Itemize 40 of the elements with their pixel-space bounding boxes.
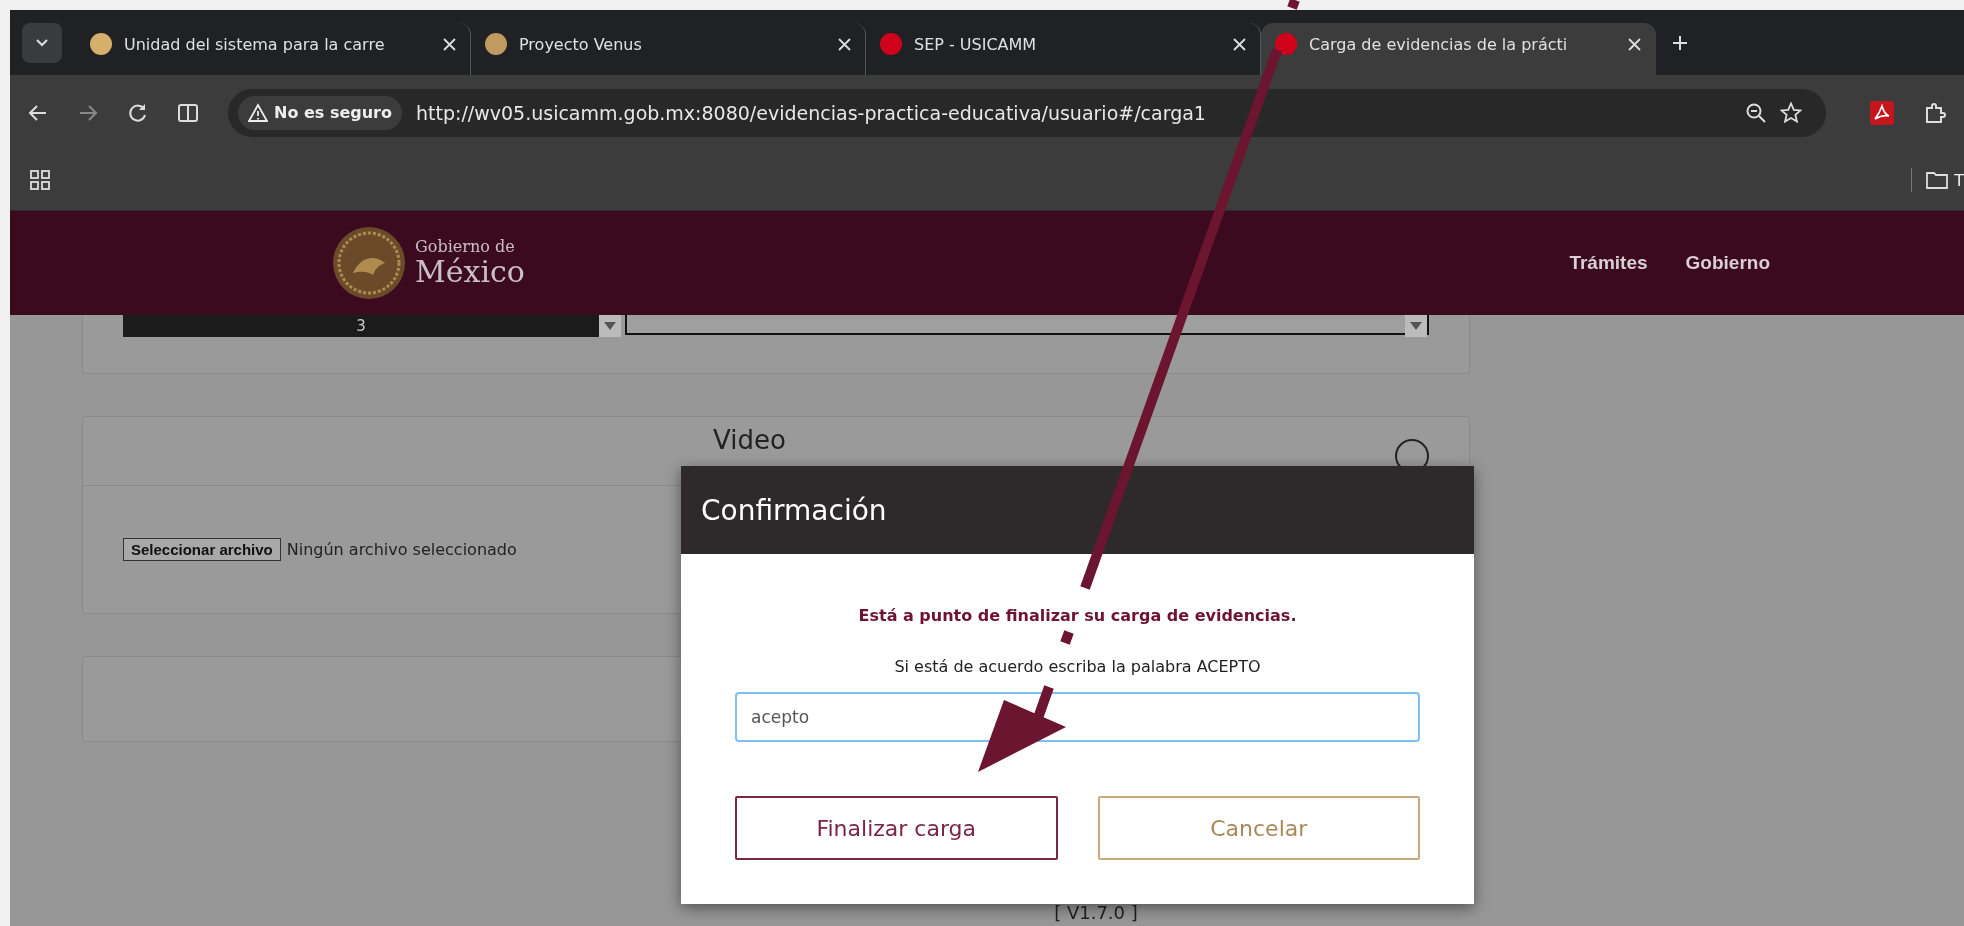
chevron-down-icon — [35, 38, 49, 47]
pdf-extension-icon[interactable] — [1870, 100, 1894, 125]
bookmark-folder[interactable]: T — [1926, 170, 1964, 190]
close-icon — [443, 37, 456, 51]
reload-icon[interactable] — [128, 102, 148, 123]
close-icon — [838, 37, 851, 51]
url-text: http://wv05.usicamm.gob.mx:8080/evidencias-practica-educativa/usuario#/carga1 — [416, 101, 1207, 124]
dropdown-field[interactable]: 3 — [123, 315, 621, 337]
star-icon[interactable] — [1780, 102, 1802, 123]
confirm-input[interactable]: acepto — [735, 692, 1420, 742]
puzzle-icon[interactable] — [1924, 101, 1946, 124]
caret-down-icon — [1410, 322, 1422, 330]
logo-text: Gobierno de — [415, 238, 516, 255]
section-title: Video — [713, 425, 786, 455]
zoom-out-icon[interactable] — [1746, 102, 1766, 123]
warning-text: Está a punto de finalizar su carga de evidencias. — [858, 606, 1297, 625]
finish-upload-button[interactable]: Finalizar carga — [735, 796, 1058, 860]
back-arrow-icon[interactable] — [28, 102, 48, 123]
split-view-icon[interactable] — [178, 102, 198, 123]
choose-file-button[interactable]: Seleccionar archivo — [123, 538, 281, 561]
version-text: [ V1.7.0 ] — [1054, 902, 1138, 923]
dropdown-field[interactable] — [625, 315, 1429, 335]
security-chip[interactable]: No es seguro — [238, 95, 402, 130]
apps-grid-icon[interactable] — [30, 170, 50, 190]
address-bar[interactable]: No es seguro http://wv05.usicamm.gob.mx:8080/evidencias-practica-educativa/usuario#/carga1 — [228, 88, 1826, 137]
dialog-title: Confirmación — [701, 493, 887, 527]
warning-icon — [248, 102, 268, 123]
plus-icon[interactable] — [1672, 34, 1688, 51]
close-icon — [1628, 37, 1641, 51]
close-icon — [1233, 37, 1246, 51]
instruction-text: Si está de acuerdo escriba la palabra ACEPTO — [894, 657, 1261, 676]
folder-icon — [1926, 170, 1949, 190]
file-status-text: Ningún archivo seleccionado — [286, 540, 517, 559]
nav-link[interactable]: Gobierno — [1685, 252, 1770, 274]
nav-link[interactable]: Trámites — [1569, 252, 1648, 274]
forward-arrow-icon[interactable] — [78, 102, 98, 123]
logo-text: México — [415, 254, 525, 288]
caret-down-icon — [604, 322, 616, 330]
seal-emblem-icon — [331, 225, 407, 301]
browser-tab[interactable]: Carga de evidencias de la prácti — [1261, 23, 1656, 75]
